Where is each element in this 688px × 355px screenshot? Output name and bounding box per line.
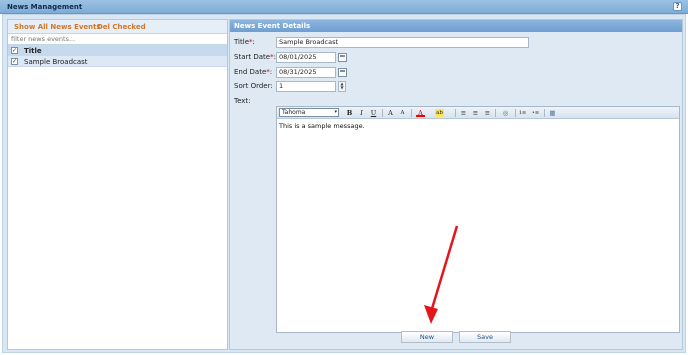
text-label: Text: — [234, 97, 251, 105]
help-icon[interactable]: ? — [673, 2, 682, 11]
title-label: Title*: — [234, 38, 255, 46]
end-date-label: End Date*: — [234, 68, 273, 76]
row-checkbox[interactable]: ✓ — [11, 58, 18, 65]
start-date-input[interactable]: 08/01/2025 — [276, 52, 336, 63]
news-details-panel: News Event Details Title*: Sample Broadc… — [229, 19, 683, 350]
insert-image-icon[interactable]: ▦ — [548, 109, 557, 117]
del-checked-button[interactable]: Del Checked — [97, 23, 146, 31]
row-title[interactable]: Sample Broadcast — [24, 58, 88, 66]
bold-button[interactable]: B — [345, 109, 354, 117]
window-title: News Management — [7, 3, 83, 11]
start-date-label: Start Date*: — [234, 53, 276, 61]
window-title-bar: News Management ? — [0, 0, 688, 14]
rich-text-editor[interactable]: Tahoma ▾ B I U A A A ab ≡ ≡ ≡ ◎ 1≡ •≡ ▦ … — [276, 106, 680, 333]
end-date-calendar-icon[interactable] — [338, 68, 347, 77]
ordered-list-button[interactable]: 1≡ — [518, 109, 527, 117]
font-size-increase-button[interactable]: A — [386, 109, 395, 117]
column-header-title[interactable]: Title — [24, 47, 42, 55]
title-input[interactable]: Sample Broadcast — [276, 37, 529, 48]
sort-order-input[interactable]: 1 — [276, 81, 336, 92]
new-button[interactable]: New — [401, 331, 453, 343]
align-left-button[interactable]: ≡ — [459, 109, 468, 117]
list-header: Show All News Events Del Checked — [8, 20, 227, 34]
filter-input[interactable] — [8, 34, 227, 45]
editor-toolbar: Tahoma ▾ B I U A A A ab ≡ ≡ ≡ ◎ 1≡ •≡ ▦ — [277, 107, 679, 119]
editor-content[interactable]: This is a sample message. — [277, 119, 679, 133]
end-date-input[interactable]: 08/31/2025 — [276, 67, 336, 78]
highlight-color-button[interactable]: ab — [435, 109, 444, 117]
unordered-list-button[interactable]: •≡ — [531, 109, 540, 117]
sort-order-label: Sort Order: — [234, 82, 273, 90]
details-header-title: News Event Details — [234, 22, 311, 30]
italic-button[interactable]: I — [357, 109, 366, 117]
show-all-news-button[interactable]: Show All News Events — [14, 23, 101, 31]
news-list-panel: Show All News Events Del Checked ✓ Title… — [7, 19, 228, 350]
select-all-checkbox[interactable]: ✓ — [11, 47, 18, 54]
details-header: News Event Details — [230, 20, 682, 32]
main-frame: Show All News Events Del Checked ✓ Title… — [2, 14, 686, 353]
save-button[interactable]: Save — [459, 331, 511, 343]
align-center-button[interactable]: ≡ — [471, 109, 480, 117]
font-size-decrease-button[interactable]: A — [398, 109, 407, 117]
table-header-row: ✓ Title — [8, 45, 227, 56]
table-row[interactable]: ✓ Sample Broadcast — [8, 56, 227, 67]
font-color-button[interactable]: A — [416, 109, 425, 117]
align-right-button[interactable]: ≡ — [483, 109, 492, 117]
insert-link-icon[interactable]: ◎ — [501, 109, 510, 117]
start-date-calendar-icon[interactable] — [338, 53, 347, 62]
font-family-select[interactable]: Tahoma ▾ — [279, 108, 339, 117]
underline-button[interactable]: U — [369, 109, 378, 117]
sort-order-stepper[interactable]: ▲ ▼ — [338, 81, 346, 92]
